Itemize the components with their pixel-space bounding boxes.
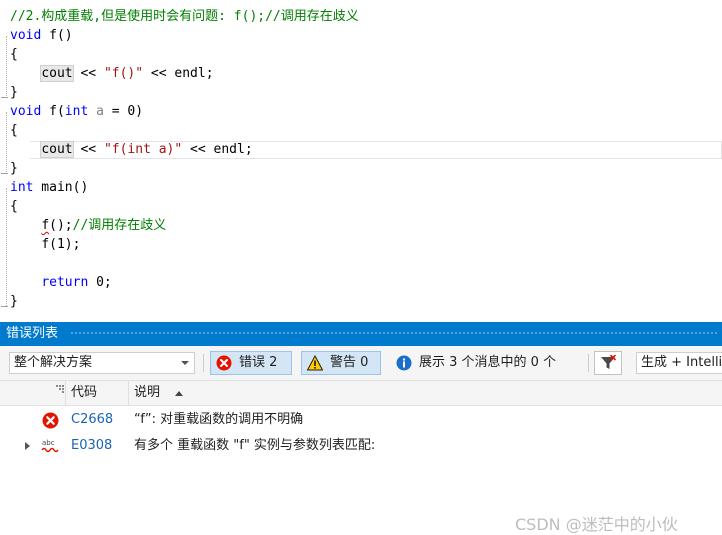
- info-icon: [396, 355, 412, 371]
- code-line-f-decl: void f(): [10, 26, 73, 45]
- function-name: f(): [41, 28, 73, 43]
- warnings-label: 警告 0: [330, 355, 369, 370]
- error-code-link[interactable]: C2668: [71, 408, 113, 432]
- code-line-main-decl: int main(): [10, 178, 88, 197]
- toolbar-separator: [203, 354, 204, 372]
- error-row[interactable]: C2668 “f”: 对重载函数的调用不明确: [0, 408, 722, 432]
- error-list-panel: 错误列表 整个解决方案 错误 2 警告 0 展示 3 个消息中的 0 个 生成 …: [0, 322, 722, 534]
- code-line-cout: cout << "f(int a)" << endl;: [10, 140, 253, 159]
- return-value: 0;: [88, 275, 112, 290]
- function-name: main(): [33, 180, 89, 195]
- operator: <<: [72, 142, 104, 157]
- code-line-brace: {: [10, 197, 18, 216]
- code-line-brace: {: [10, 121, 18, 140]
- outline-guide: [6, 112, 7, 174]
- code-line-return: return 0;: [10, 273, 112, 292]
- warning-triangle-icon: [307, 355, 323, 371]
- filter-funnel-icon: [601, 355, 616, 369]
- warnings-filter-button[interactable]: 警告 0: [301, 351, 381, 375]
- keyword-int: int: [64, 104, 89, 119]
- error-row[interactable]: abc E0308 有多个 重载函数 "f" 实例与参数列表匹配:: [0, 434, 722, 458]
- svg-text:abc: abc: [42, 439, 55, 447]
- drag-grip[interactable]: [70, 331, 718, 336]
- keyword-return: return: [41, 275, 89, 290]
- comment-text: //调用存在歧义: [72, 218, 167, 233]
- code-editor[interactable]: //2.构成重载,但是使用时会有问题: f();//调用存在歧义 void f(…: [0, 0, 722, 322]
- column-divider[interactable]: [65, 381, 66, 405]
- brace: {: [10, 123, 18, 138]
- string-literal: "f(int a)": [103, 142, 183, 157]
- operator: <<: [143, 66, 175, 81]
- keyword-int: int: [10, 180, 34, 195]
- brace: {: [10, 47, 18, 62]
- sort-ascending-icon: [175, 391, 183, 396]
- error-squiggle-token[interactable]: f: [41, 218, 49, 233]
- outline-guide: [6, 36, 7, 98]
- errors-filter-button[interactable]: 错误 2: [210, 351, 292, 375]
- expand-arrow-icon[interactable]: [25, 442, 30, 450]
- error-list-titlebar[interactable]: 错误列表: [0, 322, 722, 346]
- call-expression: f(1);: [41, 237, 81, 252]
- code-line-brace: }: [10, 83, 18, 102]
- code-line-comment: //2.构成重载,但是使用时会有问题: f();//调用存在歧义: [10, 7, 359, 26]
- scope-dropdown[interactable]: 整个解决方案: [9, 352, 195, 374]
- error-description: “f”: 对重载函数的调用不明确: [134, 412, 304, 427]
- endl-token: endl;: [213, 142, 253, 157]
- outline-guide: [6, 188, 7, 306]
- errors-label: 错误 2: [239, 355, 278, 370]
- default-value: = 0): [103, 104, 144, 119]
- grid-header: 代码 说明: [0, 380, 722, 406]
- function-name: f(: [41, 104, 65, 119]
- error-list-grid: 代码 说明 C2668 “f”: 对重载函数的调用不明确 abc E0308 有…: [0, 380, 722, 534]
- error-x-icon: [216, 355, 232, 371]
- string-literal: "f()": [103, 66, 144, 81]
- brace: {: [10, 199, 18, 214]
- outline-end-mark: [1, 97, 8, 98]
- build-value: 生成 + IntelliSense: [641, 355, 722, 370]
- outline-end-mark: [1, 306, 8, 307]
- error-list-toolbar: 整个解决方案 错误 2 警告 0 展示 3 个消息中的 0 个 生成 + Int…: [0, 346, 722, 380]
- operator: <<: [182, 142, 214, 157]
- brace: }: [10, 161, 18, 176]
- code-line-brace: }: [10, 159, 18, 178]
- code-line-brace: }: [10, 292, 18, 311]
- code-line-f-int-decl: void f(int a = 0): [10, 102, 143, 121]
- parameter-name: a: [88, 104, 104, 119]
- column-header-description[interactable]: 说明: [134, 381, 160, 405]
- build-intellisense-dropdown[interactable]: 生成 + IntelliSense: [636, 352, 722, 374]
- code-line-brace: {: [10, 45, 18, 64]
- chevron-down-icon: [181, 361, 189, 365]
- filter-button[interactable]: [594, 351, 622, 375]
- brace: }: [10, 294, 18, 309]
- endl-token: endl;: [174, 66, 214, 81]
- cout-token: cout: [40, 65, 74, 82]
- cout-token: cout: [40, 141, 74, 158]
- keyword-void: void: [10, 28, 42, 43]
- call-args: ();: [49, 218, 73, 233]
- panel-title: 错误列表: [6, 326, 59, 341]
- code-line-call: f(1);: [10, 235, 80, 254]
- comment-text: //2.构成重载,但是使用时会有问题: f();//调用存在歧义: [10, 9, 359, 24]
- error-code-link[interactable]: E0308: [71, 434, 112, 458]
- code-line-call-ambiguous: f();//调用存在歧义: [10, 216, 166, 235]
- column-header-code[interactable]: 代码: [71, 381, 97, 405]
- brace: }: [10, 85, 18, 100]
- column-divider[interactable]: [128, 381, 129, 405]
- error-x-icon: [42, 412, 59, 429]
- toolbar-separator: [588, 354, 589, 372]
- scope-value: 整个解决方案: [14, 355, 93, 370]
- outline-end-mark: [1, 173, 8, 174]
- column-chooser-icon[interactable]: [56, 385, 64, 393]
- messages-label: 展示 3 个消息中的 0 个: [419, 355, 557, 370]
- messages-filter-button[interactable]: 展示 3 个消息中的 0 个: [390, 351, 586, 375]
- intellisense-squiggle-icon: abc: [41, 439, 59, 453]
- code-line-cout: cout << "f()" << endl;: [10, 64, 214, 83]
- error-description: 有多个 重载函数 "f" 实例与参数列表匹配:: [134, 438, 376, 453]
- operator: <<: [72, 66, 104, 81]
- watermark-text: CSDN @迷茫中的小伙: [515, 515, 678, 534]
- keyword-void: void: [10, 104, 42, 119]
